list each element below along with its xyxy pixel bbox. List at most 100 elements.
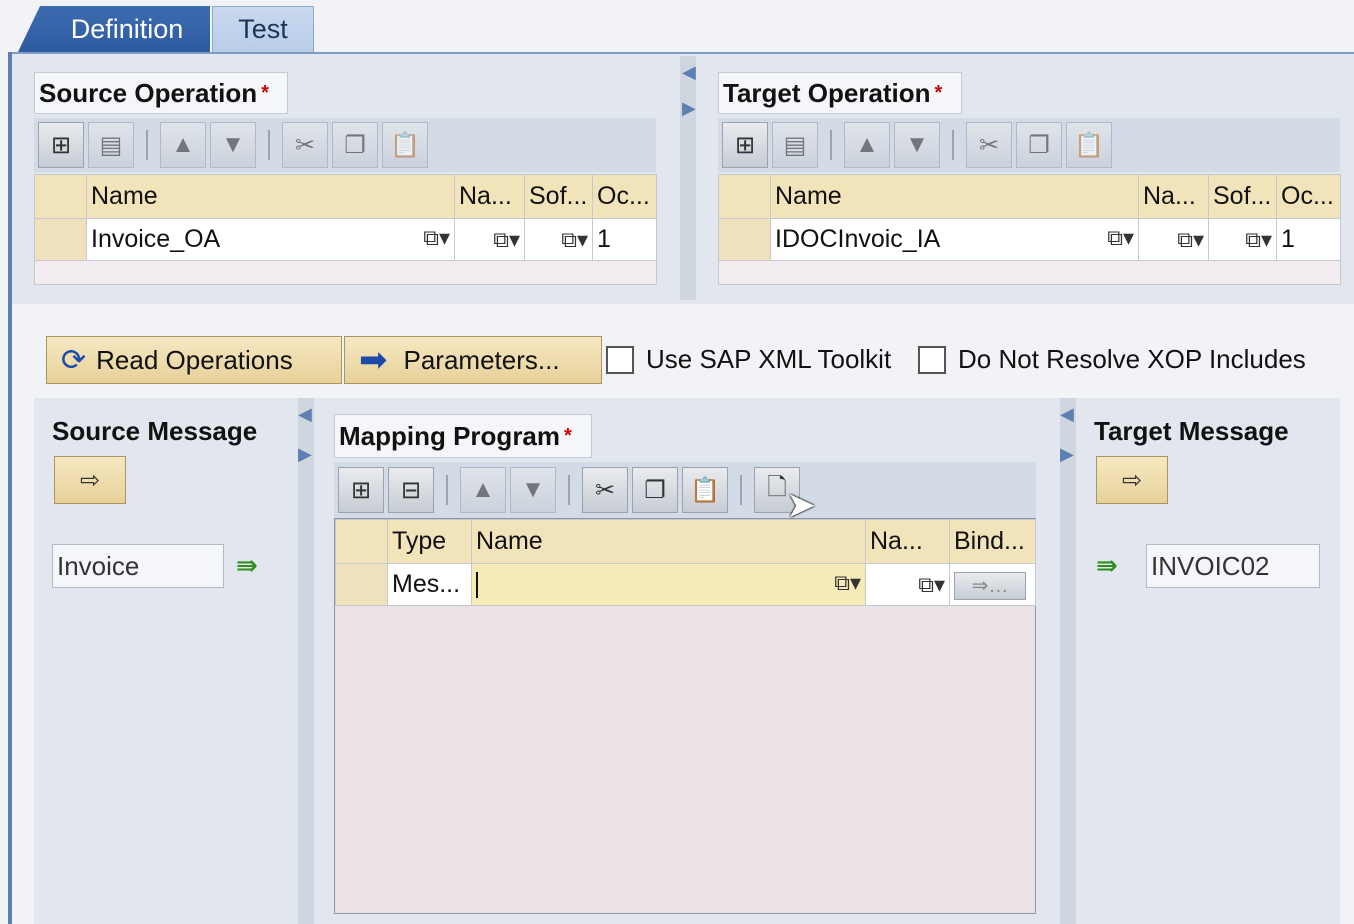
toolbar-separator: [952, 130, 954, 160]
name-cell[interactable]: Invoice_OA ⧉▾: [86, 218, 455, 261]
tab-definition[interactable]: Definition: [18, 6, 210, 52]
target-message-select-button[interactable]: ⇨: [1096, 456, 1168, 504]
text-cursor: [476, 572, 478, 599]
column-header[interactable]: Bind...: [949, 519, 1036, 564]
copy-icon[interactable]: ❐: [332, 122, 378, 168]
binding-cell[interactable]: ⇒…: [949, 563, 1036, 606]
tab-test-label: Test: [238, 14, 288, 44]
column-header[interactable]: Na...: [454, 174, 525, 219]
paste-icon[interactable]: 📋: [1066, 122, 1112, 168]
toolbar-separator: [446, 475, 448, 505]
move-up-icon[interactable]: ▲: [844, 122, 890, 168]
move-down-icon[interactable]: ▼: [894, 122, 940, 168]
column-header[interactable]: Name: [471, 519, 866, 564]
source-operation-toolbar: ⊞ ▤ ▲ ▼ ✂ ❐ 📋: [34, 118, 656, 172]
source-operation-header: Source Operation *: [34, 72, 288, 114]
tab-test[interactable]: Test: [212, 6, 314, 52]
row-selector[interactable]: [718, 218, 771, 261]
occurrence-cell[interactable]: 1: [1276, 218, 1341, 261]
delete-row-icon[interactable]: ⊟: [388, 467, 434, 513]
import-icon: ⇨: [79, 466, 101, 494]
table-row: IDOCInvoic_IA ⧉▾ ⧉▾ ⧉▾ 1: [718, 218, 1341, 261]
column-header[interactable]: Na...: [865, 519, 950, 564]
delete-row-icon[interactable]: ▤: [772, 122, 818, 168]
row-selector-header: [718, 174, 771, 219]
add-row-icon[interactable]: ⊞: [338, 467, 384, 513]
mapping-program-header: Mapping Program *: [334, 414, 592, 458]
collapse-right-icon[interactable]: ▶: [298, 444, 312, 465]
value-help-icon[interactable]: ⧉▾: [1177, 227, 1204, 253]
collapse-left-icon[interactable]: ◀: [682, 62, 696, 83]
collapse-left-icon[interactable]: ◀: [1060, 404, 1074, 425]
namespace-cell[interactable]: ⧉▾: [454, 218, 525, 261]
row-selector[interactable]: [34, 218, 87, 261]
column-header[interactable]: Type: [387, 519, 472, 564]
left-splitter[interactable]: [298, 398, 314, 924]
parameters-button[interactable]: ➡ Parameters...: [344, 336, 602, 384]
import-icon: ⇨: [1121, 466, 1143, 494]
required-marker: *: [261, 81, 269, 104]
mapping-program-toolbar: ⊞ ⊟ ▲ ▼ ✂ ❐ 📋 🗋: [334, 462, 1036, 518]
source-message-select-button[interactable]: ⇨: [54, 456, 126, 504]
column-header[interactable]: Name: [86, 174, 455, 219]
value-help-icon[interactable]: ⧉▾: [1245, 227, 1272, 253]
move-down-icon[interactable]: ▼: [510, 467, 556, 513]
column-header[interactable]: Sof...: [524, 174, 593, 219]
name-cell[interactable]: IDOCInvoic_IA ⧉▾: [770, 218, 1139, 261]
copy-icon[interactable]: ❐: [632, 467, 678, 513]
empty-row: [718, 260, 1341, 285]
paste-icon[interactable]: 📋: [382, 122, 428, 168]
value-help-icon[interactable]: ⧉▾: [561, 227, 588, 253]
name-cell[interactable]: ⧉▾: [471, 563, 866, 606]
operations-splitter[interactable]: [680, 56, 696, 300]
target-operation-toolbar: ⊞ ▤ ▲ ▼ ✂ ❐ 📋: [718, 118, 1340, 172]
software-component-cell[interactable]: ⧉▾: [1208, 218, 1277, 261]
move-up-icon[interactable]: ▲: [160, 122, 206, 168]
value-help-icon[interactable]: ⧉▾: [918, 572, 945, 598]
arrow-right-icon: ➡: [359, 341, 388, 379]
target-message-field[interactable]: INVOIC02: [1146, 544, 1320, 588]
collapse-left-icon[interactable]: ◀: [298, 404, 312, 425]
collapse-right-icon[interactable]: ▶: [682, 98, 696, 119]
target-operation-label: Target Operation: [723, 77, 931, 108]
namespace-cell[interactable]: ⧉▾: [865, 563, 950, 606]
column-header[interactable]: Oc...: [592, 174, 657, 219]
column-header[interactable]: Na...: [1138, 174, 1209, 219]
value-help-icon[interactable]: ⧉▾: [423, 225, 450, 251]
column-header[interactable]: Oc...: [1276, 174, 1341, 219]
value-help-icon[interactable]: ⧉▾: [834, 570, 861, 596]
row-selector[interactable]: [335, 563, 388, 606]
occurrence-cell[interactable]: 1: [592, 218, 657, 261]
value-help-icon[interactable]: ⧉▾: [1107, 225, 1134, 251]
operation-name: Invoice_OA: [91, 225, 221, 253]
toolbar-separator: [146, 130, 148, 160]
operation-name: IDOCInvoic_IA: [775, 225, 941, 253]
use-sap-xml-toolkit-checkbox[interactable]: [606, 346, 634, 374]
software-component-cell[interactable]: ⧉▾: [524, 218, 593, 261]
tab-definition-label: Definition: [70, 13, 184, 44]
column-header[interactable]: Sof...: [1208, 174, 1277, 219]
do-not-resolve-xop-checkbox[interactable]: [918, 346, 946, 374]
add-row-icon[interactable]: ⊞: [722, 122, 768, 168]
source-message-field[interactable]: Invoice: [52, 544, 224, 588]
move-up-icon[interactable]: ▲: [460, 467, 506, 513]
paste-icon[interactable]: 📋: [682, 467, 728, 513]
value-help-icon[interactable]: ⧉▾: [493, 227, 520, 253]
right-splitter[interactable]: [1060, 398, 1076, 924]
type-cell[interactable]: Mes...: [387, 563, 472, 606]
source-operation-table: Name Na... Sof... Oc... Invoice_OA ⧉▾ ⧉▾ …: [34, 174, 657, 285]
collapse-right-icon[interactable]: ▶: [1060, 444, 1074, 465]
cut-icon[interactable]: ✂: [582, 467, 628, 513]
cut-icon[interactable]: ✂: [966, 122, 1012, 168]
copy-icon[interactable]: ❐: [1016, 122, 1062, 168]
cut-icon[interactable]: ✂: [282, 122, 328, 168]
move-down-icon[interactable]: ▼: [210, 122, 256, 168]
read-operations-button[interactable]: ⟳ Read Operations: [46, 336, 342, 384]
add-row-icon[interactable]: ⊞: [38, 122, 84, 168]
binding-button[interactable]: ⇒…: [954, 571, 1026, 600]
required-marker: *: [564, 424, 572, 447]
column-header[interactable]: Name: [770, 174, 1139, 219]
required-marker: *: [934, 81, 943, 104]
namespace-cell[interactable]: ⧉▾: [1138, 218, 1209, 261]
delete-row-icon[interactable]: ▤: [88, 122, 134, 168]
